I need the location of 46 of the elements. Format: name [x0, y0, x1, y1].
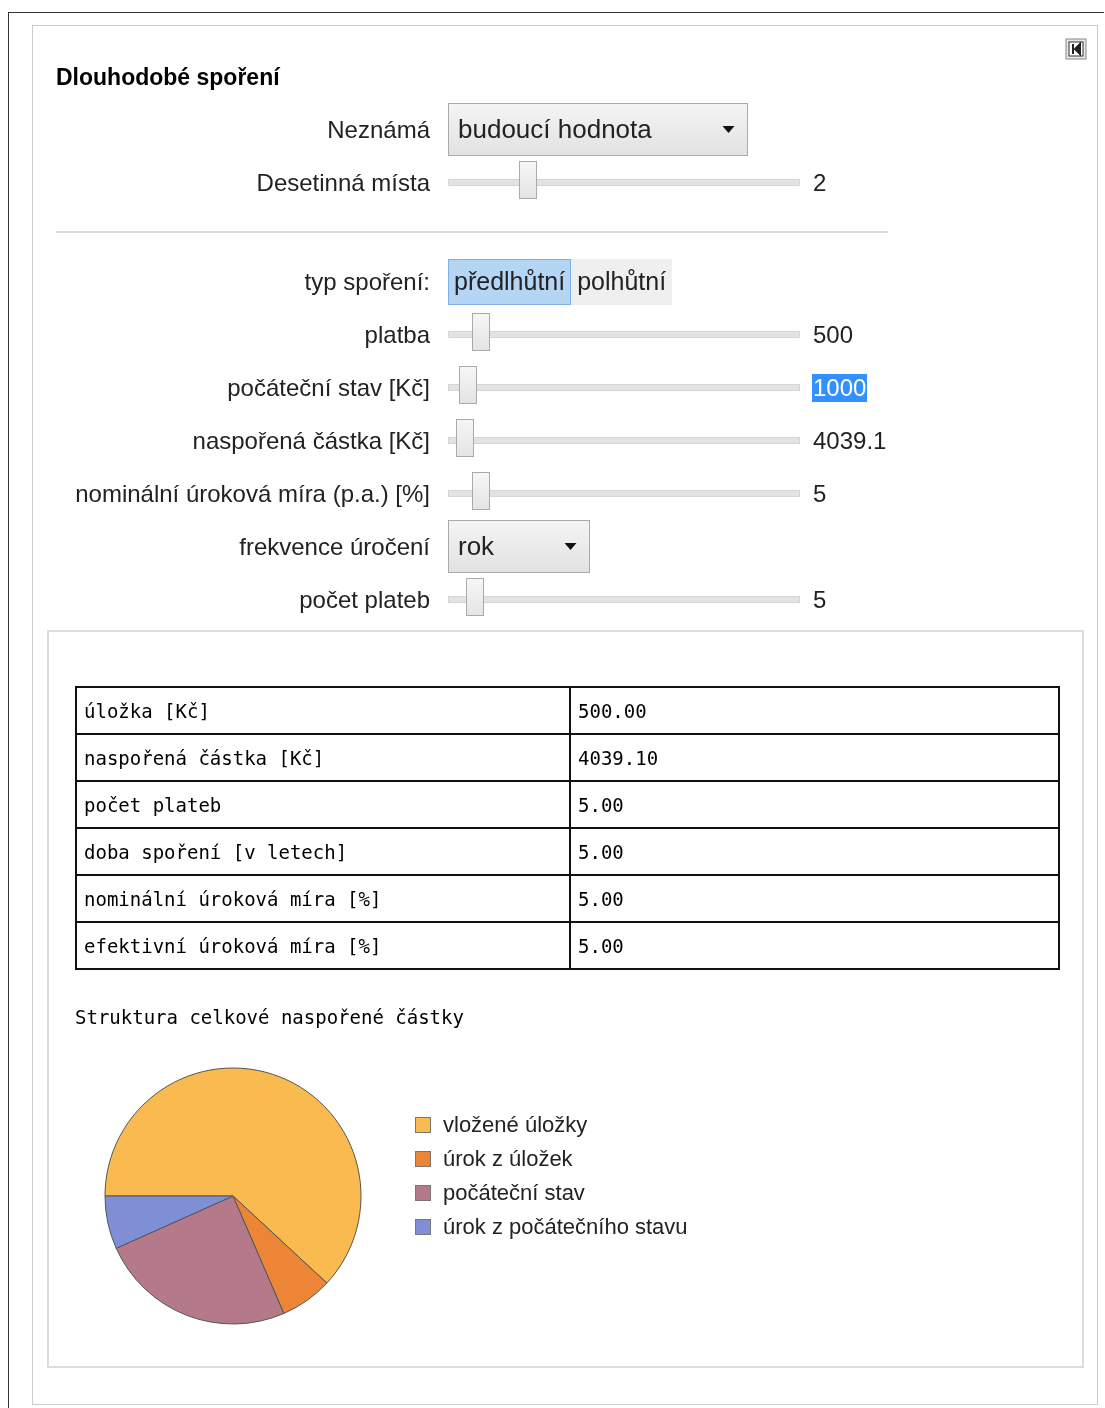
- control-label: frekvence úročení: [238, 532, 430, 561]
- table-cell: 5.00: [570, 828, 1059, 875]
- setter-button[interactable]: předlhůtní: [448, 258, 572, 305]
- table-cell: nominální úroková míra [%]: [76, 875, 570, 922]
- slider-thumb[interactable]: [518, 161, 537, 199]
- legend-label: vložené úložky: [443, 1112, 588, 1138]
- legend-label: úrok z počátečního stavu: [443, 1214, 688, 1240]
- table-cell: 500.00: [570, 687, 1059, 734]
- slider-value: 5: [812, 479, 828, 508]
- table-cell: efektivní úroková míra [%]: [76, 922, 570, 969]
- control-label: počet plateb: [298, 585, 430, 614]
- control-label: nominální úroková míra (p.a.) [%]: [74, 479, 430, 508]
- control-label: Desetinná místa: [255, 168, 430, 197]
- table-cell: 5.00: [570, 922, 1059, 969]
- control-label: naspořená částka [Kč]: [191, 426, 430, 455]
- control-label: počáteční stav [Kč]: [226, 373, 430, 402]
- legend-label: počáteční stav: [443, 1180, 585, 1206]
- dropdown[interactable]: budoucí hodnota: [448, 103, 748, 156]
- caret-icon: [564, 543, 578, 550]
- control-label: Neznámá: [326, 115, 430, 144]
- slider-value: 1000: [812, 373, 868, 402]
- collapse-icon[interactable]: [1065, 38, 1087, 60]
- chart-title: Struktura celkové naspořené částky: [75, 1006, 465, 1028]
- dropdown[interactable]: rok: [448, 520, 591, 573]
- panel-title: Dlouhodobé spoření: [56, 64, 282, 91]
- slider-value: 500: [812, 320, 855, 349]
- slider-value: 2: [812, 168, 828, 197]
- table-cell: 4039.10: [570, 734, 1059, 781]
- control-label: typ spoření:: [303, 267, 430, 296]
- caret-icon: [721, 126, 735, 133]
- slider-thumb[interactable]: [455, 419, 474, 457]
- setter-button[interactable]: polhůtní: [571, 258, 673, 305]
- table-cell: počet plateb: [76, 781, 570, 828]
- slider-thumb[interactable]: [458, 366, 477, 404]
- table-cell: 5.00: [570, 781, 1059, 828]
- slider-thumb[interactable]: [472, 472, 491, 510]
- slider-thumb[interactable]: [472, 313, 491, 351]
- table-cell: naspořená částka [Kč]: [76, 734, 570, 781]
- table-cell: 5.00: [570, 875, 1059, 922]
- legend-label: úrok z úložek: [443, 1146, 573, 1172]
- table-cell: doba spoření [v letech]: [76, 828, 570, 875]
- slider-value: 5: [812, 585, 828, 614]
- slider-thumb[interactable]: [465, 578, 484, 616]
- table-cell: úložka [Kč]: [76, 687, 570, 734]
- slider-value: 4039.1: [812, 426, 888, 455]
- control-label: platba: [363, 320, 430, 349]
